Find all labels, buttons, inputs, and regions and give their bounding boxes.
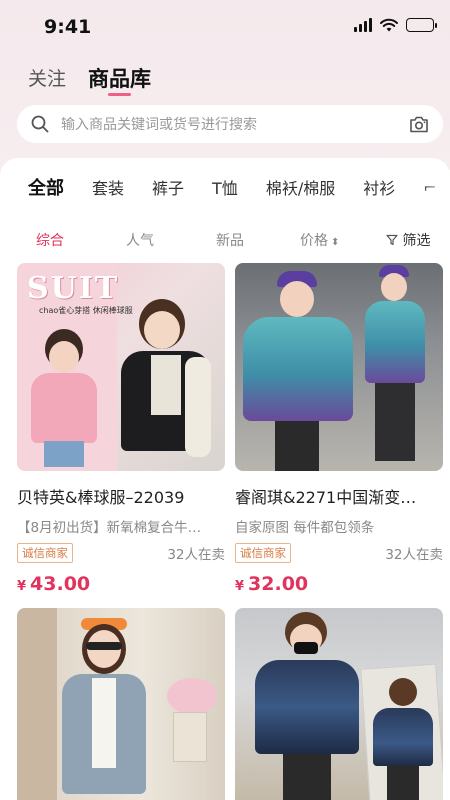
- category-shirts[interactable]: 衬衫: [363, 175, 395, 199]
- category-pants[interactable]: 裤子: [152, 175, 184, 199]
- filter-label: 筛选: [402, 233, 431, 249]
- price-value: 43.00: [30, 573, 91, 595]
- filter-icon: [386, 234, 398, 246]
- sort-price-label: 价格: [300, 233, 328, 249]
- search-input[interactable]: 输入商品关键词或货号进行搜索: [61, 114, 409, 134]
- tab-follow[interactable]: 关注: [28, 66, 66, 92]
- sort-updown-icon: ⬍: [331, 237, 340, 248]
- sort-popularity[interactable]: 人气: [126, 230, 154, 250]
- product-card[interactable]: [17, 608, 225, 800]
- product-image[interactable]: [235, 263, 443, 471]
- top-tabs: 关注 商品库: [28, 66, 151, 96]
- price-currency: ¥: [235, 579, 245, 594]
- product-price: ¥32.00: [235, 573, 443, 595]
- product-title[interactable]: 贝特英&棒球服–22039: [17, 484, 225, 508]
- product-card[interactable]: [235, 608, 443, 800]
- product-subtitle: 【8月初出货】新氧棉复合牛…: [17, 520, 202, 536]
- trusted-merchant-badge: 诚信商家: [235, 543, 291, 563]
- status-bar: 9:41: [0, 0, 450, 52]
- product-subtitle: 自家原图 每件都包领条: [235, 520, 375, 536]
- trusted-merchant-badge: 诚信商家: [17, 543, 73, 563]
- wifi-icon: [380, 18, 398, 32]
- price-value: 32.00: [248, 573, 309, 595]
- product-title[interactable]: 睿阁琪&2271中国渐变…: [235, 484, 443, 508]
- category-all[interactable]: 全部: [28, 174, 64, 200]
- seller-count: 32人在卖: [385, 547, 443, 563]
- banner-text-suit: SUIT: [27, 271, 120, 306]
- category-tabs: 全部 套装 裤子 T恤 棉袄/棉服 衬衫 ⌐: [28, 174, 450, 200]
- filter-button[interactable]: 筛选: [386, 230, 430, 250]
- content-panel: 全部 套装 裤子 T恤 棉袄/棉服 衬衫 ⌐ 综合 人气 新品 价格⬍ 筛选: [0, 158, 450, 800]
- sort-bar: 综合 人气 新品 价格 ⬍ 筛选: [0, 222, 450, 256]
- status-time: 9:41: [44, 16, 92, 38]
- sort-price[interactable]: 价格 ⬍: [300, 230, 339, 250]
- product-meta: 诚信商家 32人在卖: [17, 543, 225, 563]
- camera-icon[interactable]: [409, 116, 429, 133]
- product-image[interactable]: [17, 608, 225, 800]
- category-tshirts[interactable]: T恤: [212, 175, 238, 199]
- category-padded-coats[interactable]: 棉袄/棉服: [266, 175, 335, 199]
- screen: 9:41 关注 商品库 输入商品关键词或货号进行搜索 全部 套装 裤子 T恤 棉…: [0, 0, 450, 800]
- sort-newest[interactable]: 新品: [216, 230, 244, 250]
- category-suits[interactable]: 套装: [92, 175, 124, 199]
- product-price: ¥43.00: [17, 573, 225, 595]
- product-card[interactable]: 睿阁琪&2271中国渐变… 自家原图 每件都包领条 诚信商家 32人在卖 ¥32…: [235, 263, 443, 595]
- seller-count: 32人在卖: [167, 547, 225, 563]
- product-meta: 诚信商家 32人在卖: [235, 543, 443, 563]
- product-image[interactable]: [235, 608, 443, 800]
- banner-subtext: chao雀心芽搭 休闲棒球服: [39, 306, 133, 315]
- sort-comprehensive[interactable]: 综合: [36, 230, 64, 250]
- cellular-signal-icon: [354, 18, 372, 32]
- tab-product-library[interactable]: 商品库: [88, 66, 151, 96]
- search-icon: [31, 115, 49, 133]
- product-image[interactable]: SUIT chao雀心芽搭 休闲棒球服: [17, 263, 225, 471]
- category-fade: [420, 170, 450, 200]
- price-currency: ¥: [17, 579, 27, 594]
- product-card[interactable]: SUIT chao雀心芽搭 休闲棒球服 贝特英&棒球服–22039 【8月初出货…: [17, 263, 225, 595]
- battery-icon: [406, 18, 437, 32]
- search-bar[interactable]: 输入商品关键词或货号进行搜索: [17, 105, 443, 143]
- status-icons: [354, 18, 437, 32]
